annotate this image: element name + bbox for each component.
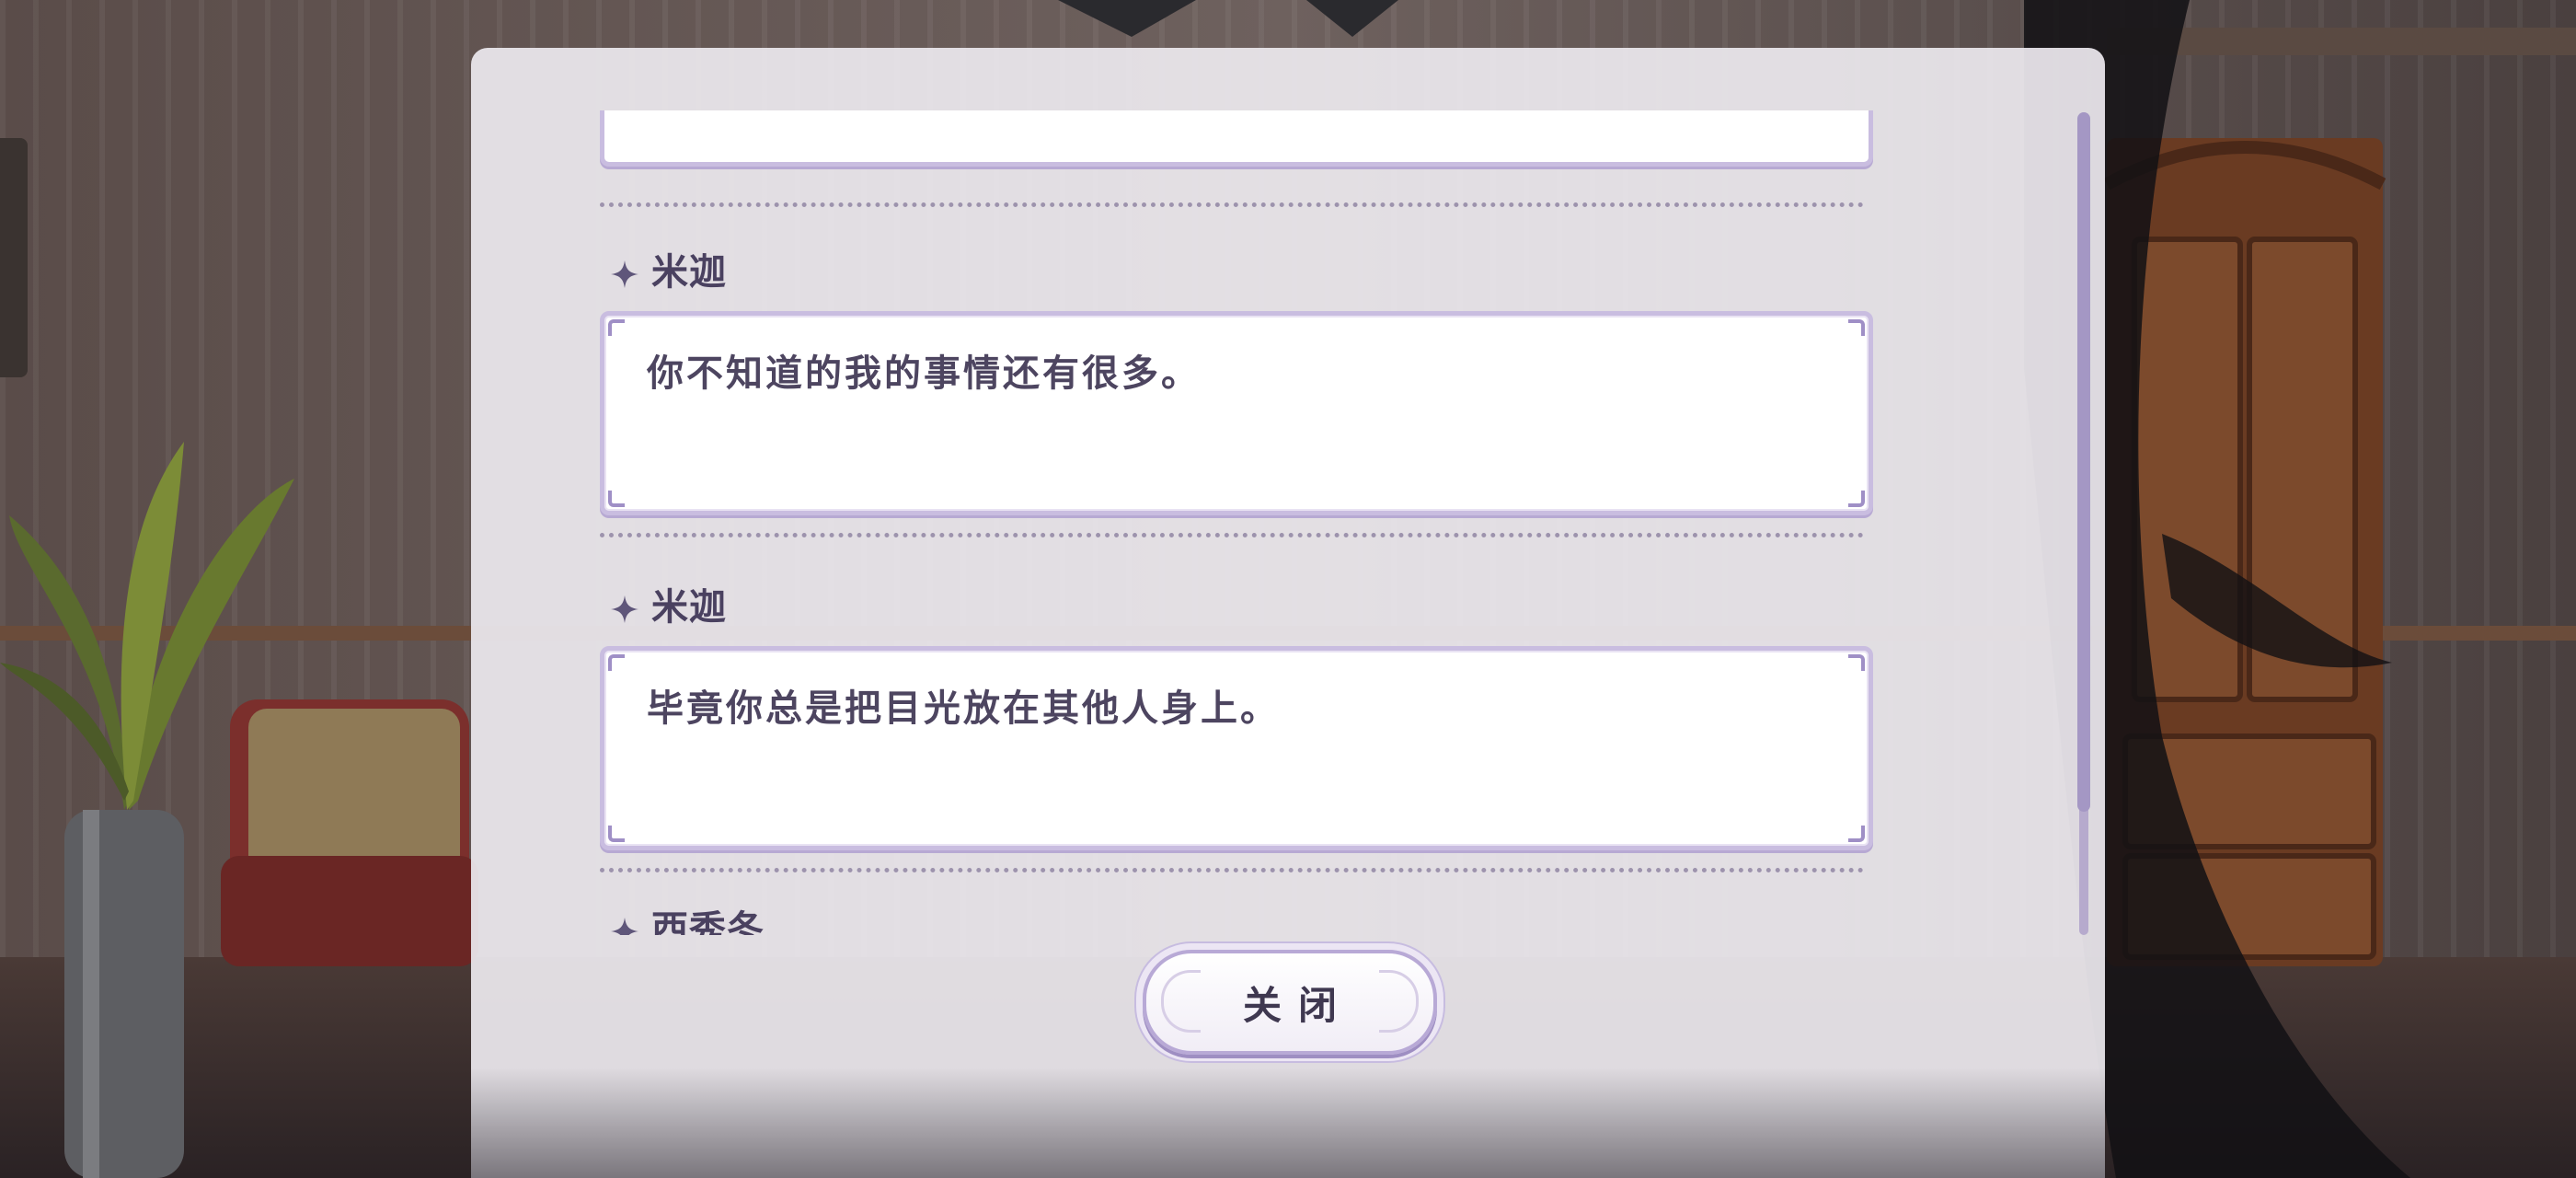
button-ornament-right: [1379, 970, 1419, 1033]
speaker-row: 米迦: [611, 578, 727, 629]
speaker-name: 米迦: [651, 251, 727, 294]
scrollbar-thumb[interactable]: [2077, 112, 2090, 812]
dialogue-bubble: 你不知道的我的事情还有很多。: [600, 311, 1873, 515]
dialogue-log-panel: 米迦 你不知道的我的事情还有很多。 米迦 毕竟你总是把目光放在其他人身上。 西秀…: [471, 48, 2105, 1178]
four-point-star-icon: [611, 260, 638, 288]
speaker-name: 西秀冬: [651, 908, 765, 935]
four-point-star-icon: [611, 595, 638, 623]
previous-dialogue-bubble: [600, 110, 1873, 167]
four-point-star-icon: [611, 918, 638, 935]
scrollbar-track[interactable]: [2077, 112, 2090, 935]
close-button-label: 关闭: [1242, 982, 1353, 1028]
dialogue-entry: 米迦 你不知道的我的事情还有很多。: [600, 202, 1888, 537]
dialogue-bubble: 毕竟你总是把目光放在其他人身上。: [600, 646, 1873, 850]
dialogue-log-viewport[interactable]: 米迦 你不知道的我的事情还有很多。 米迦 毕竟你总是把目光放在其他人身上。 西秀…: [600, 110, 1888, 935]
dialogue-entry: 西秀冬: [600, 872, 1888, 935]
speaker-row: 西秀冬: [611, 900, 765, 935]
dialogue-text: 你不知道的我的事情还有很多。: [647, 352, 1201, 395]
speaker-row: 米迦: [611, 243, 727, 294]
close-button[interactable]: 关闭: [1143, 950, 1437, 1055]
panel-bottom-fade: [471, 1068, 2105, 1178]
dialogue-text: 毕竟你总是把目光放在其他人身上。: [647, 687, 1280, 730]
speaker-name: 米迦: [651, 586, 727, 629]
dialogue-entry: 米迦 毕竟你总是把目光放在其他人身上。: [600, 537, 1888, 872]
button-ornament-left: [1161, 970, 1201, 1033]
